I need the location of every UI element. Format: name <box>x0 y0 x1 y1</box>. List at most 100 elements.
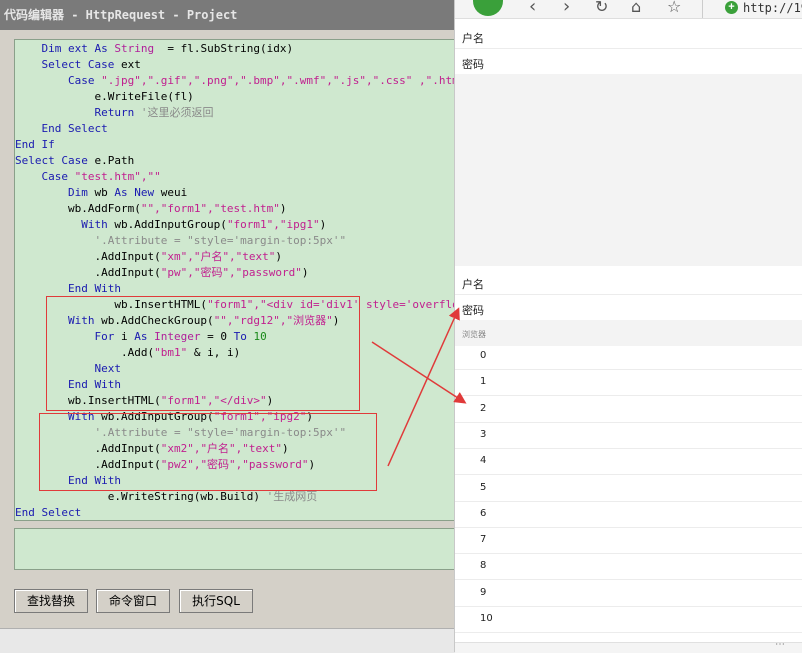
status-bar <box>0 628 460 653</box>
code-token: End Select <box>15 506 82 519</box>
code-line[interactable]: End If <box>15 137 55 153</box>
code-line[interactable]: End With <box>15 281 121 297</box>
code-line[interactable]: Select Case ext <box>15 57 141 73</box>
code-line[interactable]: Dim ext As String = fl.SubString(idx) <box>15 41 293 57</box>
list-item[interactable]: 7 <box>455 528 802 555</box>
find-replace-button[interactable]: 查找替换 <box>14 589 88 613</box>
toolbar-divider <box>702 0 703 18</box>
list-item[interactable]: 6 <box>455 502 802 528</box>
code-line[interactable]: Case ".jpg",".gif",".png",".bmp",".wmf",… <box>15 73 460 89</box>
code-token: Case <box>15 74 102 87</box>
home-icon[interactable]: ⌂ <box>631 0 641 16</box>
code-line[interactable]: .AddInput("pw","密码","password") <box>15 265 308 281</box>
list-item-label: 10 <box>480 613 493 624</box>
form-label-username-2: 户名 <box>462 278 484 291</box>
code-token: Dim ext As <box>15 42 115 55</box>
list-item[interactable]: 4 <box>455 449 802 476</box>
code-token: Dim <box>15 186 95 199</box>
browser-bottom-bar: ⋯ <box>455 639 802 653</box>
form-label-password: 密码 <box>462 58 484 71</box>
group-label-browser: 浏览器 <box>462 330 486 339</box>
list-item[interactable]: 8 <box>455 554 802 581</box>
list-item[interactable]: 3 <box>455 423 802 449</box>
code-token: Case <box>15 170 75 183</box>
code-token: e.WriteString(wb.Build) <box>15 490 267 503</box>
code-token: "pw","密码","password" <box>160 266 302 279</box>
list-item-label: 3 <box>480 428 487 440</box>
output-panel[interactable] <box>14 528 460 570</box>
code-line[interactable]: Select Case e.Path <box>15 153 134 169</box>
code-token: ) <box>319 218 327 231</box>
code-line[interactable]: End Select <box>15 505 82 520</box>
code-token: String <box>114 42 155 55</box>
code-token: wb.AddForm( <box>15 202 141 215</box>
code-token: wb <box>94 186 115 199</box>
code-token: ext <box>120 58 141 71</box>
secure-plus-icon: + <box>725 1 738 14</box>
code-line[interactable]: wb.AddForm("","form1","test.htm") <box>15 201 287 217</box>
code-token: wb.AddInputGroup( <box>114 218 227 231</box>
list-item-label: 9 <box>480 586 487 598</box>
code-line[interactable]: With wb.AddInputGroup("form1","ipg1") <box>15 217 326 233</box>
list-item[interactable]: 2 <box>455 397 802 423</box>
code-line[interactable]: e.WriteFile(fl) <box>15 89 194 105</box>
code-token: End Select <box>15 122 108 135</box>
code-line[interactable]: Return '这里必须返回 <box>15 105 213 121</box>
code-line[interactable]: .AddInput("xm","户名","text") <box>15 249 282 265</box>
star-icon[interactable]: ☆ <box>667 0 681 16</box>
code-token: '这里必须返回 <box>140 106 214 119</box>
list-item-label: 7 <box>480 534 487 546</box>
code-token: End If <box>15 138 55 151</box>
divider <box>455 48 802 49</box>
list-item[interactable]: 1 <box>455 370 802 397</box>
list-item-label: 8 <box>480 560 487 572</box>
code-token: e.Path <box>94 154 135 167</box>
address-bar[interactable]: http://19 <box>743 1 802 15</box>
code-line[interactable]: End Select <box>15 121 108 137</box>
code-token: As New <box>114 186 161 199</box>
divider <box>455 294 802 295</box>
browser-toolbar: ‹ › ↻ ⌂ ☆ + http://19 <box>455 0 802 19</box>
code-token: e.WriteFile(fl) <box>15 90 194 103</box>
list-item-label: 5 <box>480 481 487 493</box>
code-token: '.Attribute = "style='margin-top:5px'" <box>15 234 347 247</box>
list-item[interactable]: 9 <box>455 581 802 607</box>
list-item[interactable]: 5 <box>455 476 802 502</box>
list-item-label: 6 <box>480 507 487 519</box>
code-token: "form1","ipg1" <box>226 218 320 231</box>
code-token: Select Case <box>15 58 121 71</box>
annotation-box-inputgroup <box>39 413 377 491</box>
code-token: .AddInput( <box>15 250 161 263</box>
list-item-label: 4 <box>480 455 487 467</box>
code-token: With <box>15 218 115 231</box>
list-item-label: 1 <box>480 376 487 388</box>
code-token: "xm","户名","text" <box>160 250 276 263</box>
menu-dots-icon[interactable]: ⋯ <box>775 639 785 650</box>
code-token: "test.htm","" <box>74 170 161 183</box>
annotation-box-checkgroup <box>46 296 360 411</box>
code-token: ".jpg",".gif",".png",".bmp",".wmf",".js"… <box>101 74 460 87</box>
command-window-button[interactable]: 命令窗口 <box>96 589 170 613</box>
code-token: "","form1","test.htm" <box>140 202 280 215</box>
list-item-label: 0 <box>480 350 487 361</box>
code-token: weui <box>160 186 188 199</box>
code-line[interactable]: '.Attribute = "style='margin-top:5px'" <box>15 233 346 249</box>
window-title: 代码编辑器 - HttpRequest - Project <box>0 0 460 30</box>
browser-preview: ‹ › ↻ ⌂ ☆ + http://19 户名 密码 户名 密码 浏览器 0 1… <box>454 0 802 653</box>
code-line[interactable]: Dim wb As New weui <box>15 185 187 201</box>
code-token: End With <box>15 282 121 295</box>
code-line[interactable]: Case "test.htm","" <box>15 169 161 185</box>
code-token: Return <box>15 106 141 119</box>
form-label-password-2: 密码 <box>462 304 484 317</box>
execute-sql-button[interactable]: 执行SQL <box>179 589 253 613</box>
checkgroup-scroll-area[interactable] <box>455 74 802 266</box>
list-item[interactable]: 0 <box>455 344 802 370</box>
code-token: '生成网页 <box>266 490 318 503</box>
back-icon[interactable]: ‹ <box>529 0 536 17</box>
list-item[interactable]: 10 <box>455 607 802 633</box>
refresh-icon[interactable]: ↻ <box>595 0 608 16</box>
forward-icon[interactable]: › <box>563 0 570 17</box>
code-line[interactable]: e.WriteString(wb.Build) '生成网页 <box>15 489 318 505</box>
group-header: 浏览器 <box>455 320 802 346</box>
code-token: = fl.SubString(idx) <box>154 42 294 55</box>
